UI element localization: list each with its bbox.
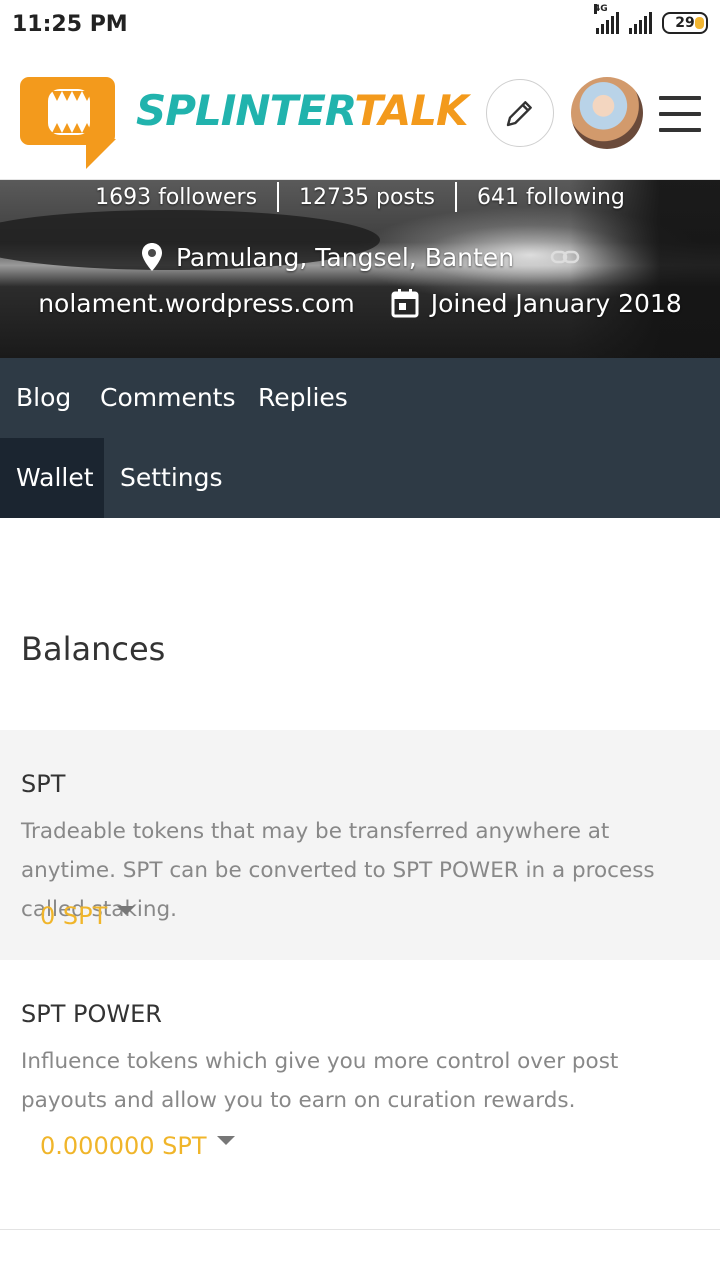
spt-power-description: Influence tokens which give you more con… xyxy=(21,1049,619,1113)
posts-count: 12735 posts xyxy=(299,184,435,210)
profile-stats: 1693 followers 12735 posts 641 following xyxy=(0,182,720,212)
location-pin-icon xyxy=(141,243,162,271)
profile-location-row: Pamulang, Tangsel, Banten xyxy=(0,242,720,272)
network-type: 4G xyxy=(594,4,608,14)
following-count[interactable]: 641 following xyxy=(477,185,625,210)
profile-cover: 1693 followers 12735 posts 641 following… xyxy=(0,180,720,358)
spt-amount[interactable]: 0 SPT xyxy=(40,902,107,930)
signal-4g-icon: 4G xyxy=(594,4,619,34)
status-bar: 11:25 PM 4G 29 xyxy=(0,0,720,52)
caret-down-icon[interactable] xyxy=(117,905,136,915)
pencil-icon xyxy=(506,101,532,127)
status-time: 11:25 PM xyxy=(12,12,128,37)
tab-wallet[interactable]: Wallet xyxy=(0,438,104,518)
spt-power-amount-dropdown[interactable]: 0.000000 SPT xyxy=(40,1132,235,1160)
spt-amount-dropdown[interactable]: 0 SPT xyxy=(40,902,136,930)
app-header: SPLINTERTALK xyxy=(0,52,720,180)
tab-replies[interactable]: Replies xyxy=(242,358,364,438)
splintertalk-logo-icon[interactable] xyxy=(20,77,116,169)
menu-icon[interactable] xyxy=(659,96,701,132)
spt-power-balance-card: SPT POWER Influence tokens which give yo… xyxy=(0,960,720,1230)
wallet-content: Balances SPT Tradeable tokens that may b… xyxy=(0,518,720,1280)
profile-website[interactable]: nolament.wordpress.com xyxy=(38,289,355,318)
tab-blog[interactable]: Blog xyxy=(0,358,87,438)
spt-balance-card: SPT Tradeable tokens that may be transfe… xyxy=(0,730,720,960)
caret-down-icon[interactable] xyxy=(216,1135,235,1145)
link-icon xyxy=(550,250,580,264)
profile-joined: Joined January 2018 xyxy=(430,288,682,318)
profile-location: Pamulang, Tangsel, Banten xyxy=(175,242,515,272)
balances-title: Balances xyxy=(21,630,166,668)
brand-logo-text[interactable]: SPLINTERTALK xyxy=(136,86,469,135)
calendar-icon xyxy=(391,289,419,318)
edit-post-button[interactable] xyxy=(486,79,554,147)
user-avatar[interactable] xyxy=(571,77,643,149)
profile-website-row: nolament.wordpress.com Joined January 20… xyxy=(0,288,720,318)
profile-tabs: Blog Comments Replies Wallet Settings xyxy=(0,358,720,518)
status-icons: 4G 29 xyxy=(594,4,708,34)
spt-power-name: SPT POWER xyxy=(21,1000,162,1028)
battery-icon: 29 xyxy=(662,12,708,34)
tab-settings[interactable]: Settings xyxy=(104,438,239,518)
spt-name: SPT xyxy=(21,770,66,798)
tab-comments[interactable]: Comments xyxy=(84,358,252,438)
spt-power-amount[interactable]: 0.000000 SPT xyxy=(40,1132,207,1160)
signal-icon xyxy=(629,12,652,34)
battery-level: 29 xyxy=(675,15,695,31)
followers-count[interactable]: 1693 followers xyxy=(95,185,257,210)
